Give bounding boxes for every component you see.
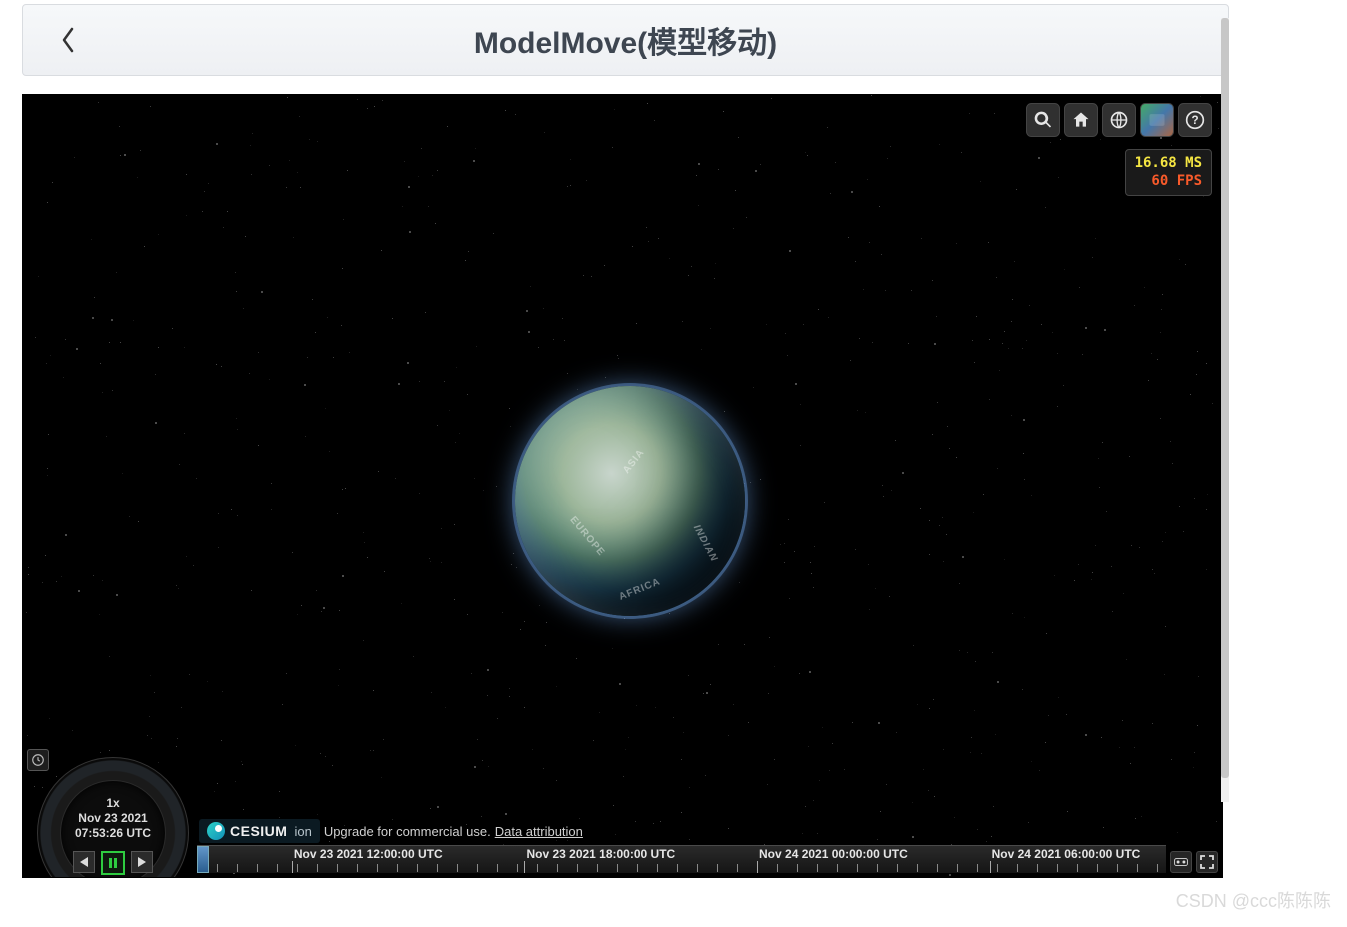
cesium-logo[interactable]: CESIUM ion xyxy=(199,819,320,843)
cesium-viewer[interactable]: ASIA EUROPE AFRICA Indian ? 16.68 MS 60 … xyxy=(22,94,1223,878)
timeline-minor-ticks xyxy=(197,864,1166,872)
vr-button[interactable] xyxy=(1170,851,1192,873)
performance-overlay: 16.68 MS 60 FPS xyxy=(1125,149,1212,196)
earth-globe[interactable]: ASIA EUROPE AFRICA Indian xyxy=(515,386,745,616)
timeline-tick: Nov 23 2021 12:00:00 UTC xyxy=(294,847,443,861)
globe-icon xyxy=(1109,110,1129,130)
pause-icon xyxy=(107,857,119,869)
earth-label-indian: Indian xyxy=(690,523,719,564)
play-reverse-icon xyxy=(78,856,90,868)
play-forward-icon xyxy=(136,856,148,868)
home-button[interactable] xyxy=(1064,103,1098,137)
vertical-scrollbar[interactable] xyxy=(1221,18,1229,802)
scene-mode-button[interactable] xyxy=(1102,103,1136,137)
upgrade-text: Upgrade for commercial use. xyxy=(324,824,491,839)
play-reverse-button[interactable] xyxy=(73,851,95,873)
home-icon xyxy=(1071,110,1091,130)
chevron-left-icon xyxy=(60,26,76,54)
vr-icon xyxy=(1174,855,1188,869)
clock-multiplier: 1x xyxy=(38,796,188,811)
cesium-logo-text: CESIUM xyxy=(230,823,287,839)
app-header: ModelMove(模型移动) xyxy=(22,4,1229,76)
timeline-tick: Nov 24 2021 06:00:00 UTC xyxy=(992,847,1141,861)
clock-date: Nov 23 2021 xyxy=(38,811,188,826)
cesium-logo-icon xyxy=(207,822,225,840)
scrollbar-thumb[interactable] xyxy=(1221,18,1229,778)
animation-widget[interactable]: 1x Nov 23 2021 07:53:26 UTC xyxy=(27,749,189,873)
earth-label-asia: ASIA xyxy=(621,447,647,476)
clock-icon xyxy=(31,753,45,767)
geocoder-button[interactable] xyxy=(1026,103,1060,137)
help-icon: ? xyxy=(1185,110,1205,130)
fullscreen-button[interactable] xyxy=(1196,851,1218,873)
page-title: ModelMove(模型移动) xyxy=(113,18,1228,62)
earth-label-africa: AFRICA xyxy=(617,576,662,603)
clock-display: 1x Nov 23 2021 07:53:26 UTC xyxy=(38,796,188,841)
earth-label-europe: EUROPE xyxy=(567,514,606,558)
timeline-needle[interactable] xyxy=(197,846,209,873)
help-button[interactable]: ? xyxy=(1178,103,1212,137)
shuttle-ring[interactable]: 1x Nov 23 2021 07:53:26 UTC xyxy=(37,757,189,878)
timeline[interactable]: Nov 23 2021 12:00:00 UTC Nov 23 2021 18:0… xyxy=(197,845,1166,873)
system-time-button[interactable] xyxy=(27,749,49,771)
frame-fps: 60 FPS xyxy=(1135,173,1202,191)
bottom-right-controls xyxy=(1170,851,1218,873)
back-button[interactable] xyxy=(23,5,113,75)
timeline-tick: Nov 24 2021 00:00:00 UTC xyxy=(759,847,908,861)
search-icon xyxy=(1033,110,1053,130)
timeline-tick: Nov 23 2021 18:00:00 UTC xyxy=(526,847,675,861)
data-attribution-link[interactable]: Data attribution xyxy=(495,824,583,839)
cesium-ion-text: ion xyxy=(294,824,311,839)
clock-time: 07:53:26 UTC xyxy=(38,826,188,841)
play-forward-button[interactable] xyxy=(131,851,153,873)
credit-bar: CESIUM ion Upgrade for commercial use. D… xyxy=(199,819,583,843)
csdn-watermark: CSDN @ccc陈陈陈 xyxy=(1176,887,1331,913)
svg-text:?: ? xyxy=(1191,114,1198,127)
fullscreen-icon xyxy=(1200,855,1214,869)
viewer-toolbar: ? xyxy=(1026,103,1212,137)
pause-button[interactable] xyxy=(101,851,125,875)
frame-ms: 16.68 MS xyxy=(1135,155,1202,173)
base-layer-button[interactable] xyxy=(1140,103,1174,137)
imagery-icon xyxy=(1147,110,1167,130)
